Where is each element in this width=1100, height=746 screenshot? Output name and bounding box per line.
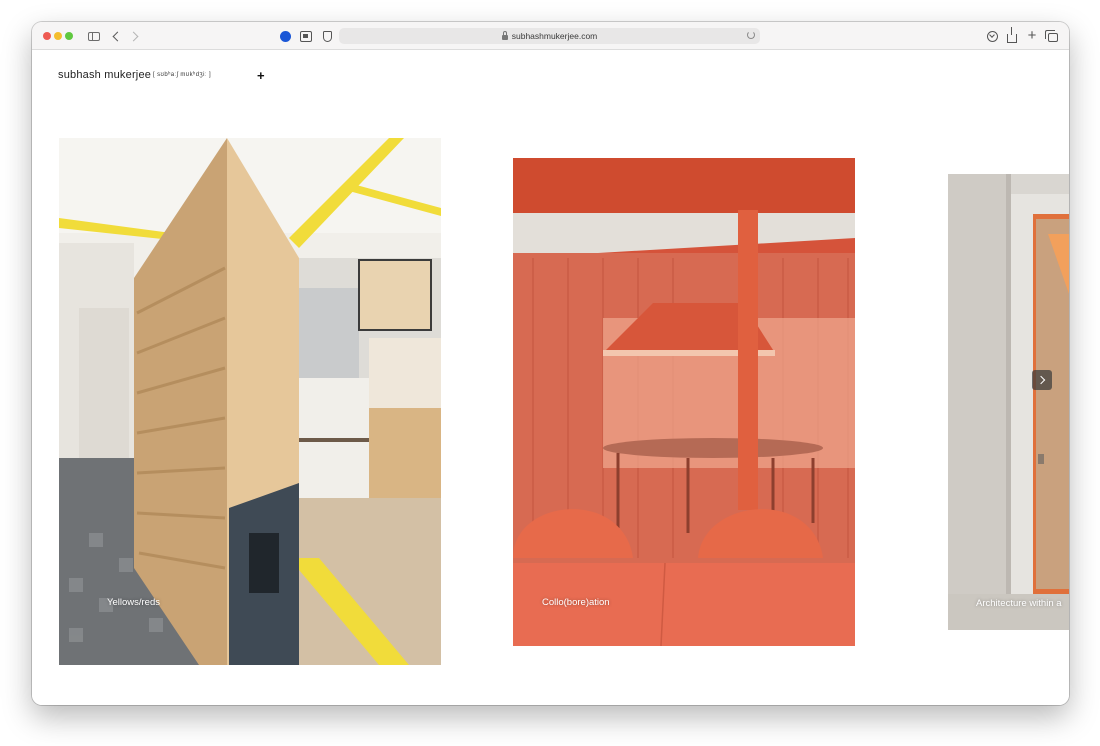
project-image-orange-meeting-room (513, 158, 855, 646)
page-content: subhash mukerjee [ sʊbʰaːʃ mʊkʰdʒiː ] + (32, 51, 1069, 705)
lock-icon (501, 30, 508, 40)
browser-toolbar: subhashmukerjee.com + (32, 22, 1069, 50)
chevron-right-icon (1036, 375, 1046, 385)
menu-plus-icon[interactable]: + (257, 68, 265, 83)
project-card-yellows-reds[interactable]: Yellows/reds (59, 138, 441, 665)
gallery-next-button[interactable] (1032, 370, 1052, 390)
project-caption: Collo(bore)ation (542, 597, 610, 608)
tab-overview-icon[interactable] (1045, 29, 1059, 43)
extension-1password-icon[interactable] (278, 29, 292, 43)
address-bar-url: subhashmukerjee.com (511, 31, 598, 41)
privacy-shield-icon[interactable] (320, 29, 334, 43)
project-image-corridor (948, 174, 1069, 630)
project-caption: Architecture within a (976, 598, 1062, 609)
extension-screenshot-icon[interactable] (299, 29, 313, 43)
minimize-window-button[interactable] (54, 32, 62, 40)
back-icon[interactable] (109, 29, 123, 43)
close-window-button[interactable] (43, 32, 51, 40)
browser-window: subhashmukerjee.com + subhash mukerjee [… (32, 22, 1069, 705)
downloads-icon[interactable] (985, 29, 999, 43)
forward-icon[interactable] (128, 29, 142, 43)
site-phonetic-spelling: [ sʊbʰaːʃ mʊkʰdʒiː ] (153, 72, 212, 78)
new-tab-icon[interactable]: + (1025, 28, 1039, 43)
share-icon[interactable] (1005, 26, 1019, 43)
site-title[interactable]: subhash mukerjee (58, 69, 151, 81)
project-card-architecture[interactable]: Architecture within a (948, 174, 1069, 630)
sidebar-toggle-icon[interactable] (87, 29, 101, 43)
project-card-colloboreation[interactable]: Collo(bore)ation (513, 158, 855, 646)
project-image-interior-shelving (59, 138, 441, 665)
reload-icon[interactable] (747, 31, 755, 39)
project-caption: Yellows/reds (107, 597, 160, 608)
zoom-window-button[interactable] (65, 32, 73, 40)
address-bar[interactable]: subhashmukerjee.com (339, 28, 760, 44)
